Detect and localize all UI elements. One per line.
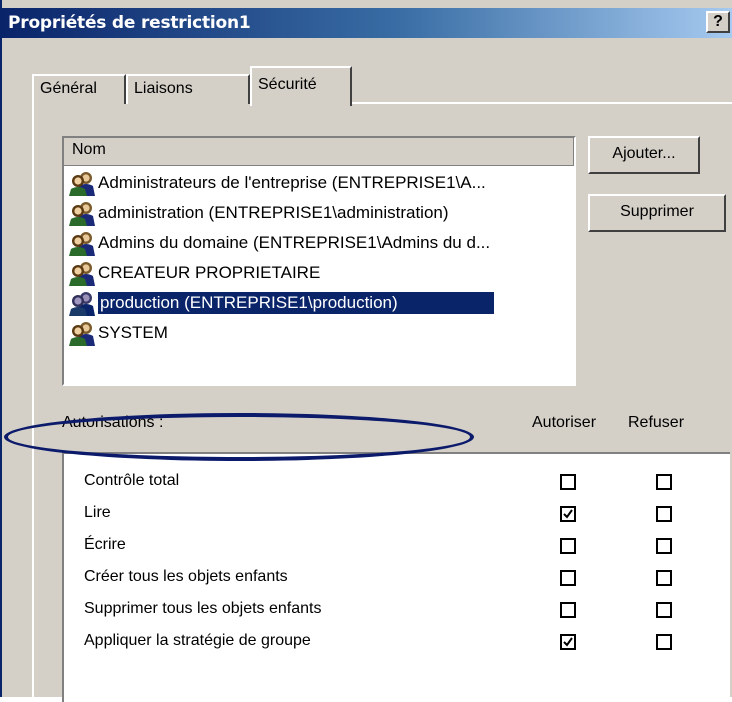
permission-row: Créer tous les objets enfants — [64, 564, 724, 598]
permission-name: Appliquer la stratégie de groupe — [84, 632, 311, 649]
principal-label: production (ENTREPRISE1\production) — [98, 292, 494, 314]
checkmark-icon — [563, 637, 573, 647]
allow-checkbox-checked[interactable] — [560, 506, 576, 522]
list-item[interactable]: administration (ENTREPRISE1\administrati… — [64, 198, 574, 228]
permission-name: Lire — [84, 504, 111, 521]
permission-name: Contrôle total — [84, 472, 180, 489]
list-item[interactable]: CREATEUR PROPRIETAIRE — [64, 258, 574, 288]
principals-list[interactable]: Nom Administrateurs de l'entreprise (ENT… — [62, 136, 576, 386]
permission-row: Contrôle total — [64, 468, 724, 502]
tab-securite[interactable]: Sécurité — [250, 66, 352, 106]
allow-checkbox-checked[interactable] — [560, 634, 576, 650]
add-button[interactable]: Ajouter... — [588, 136, 700, 174]
tab-general[interactable]: Général — [32, 74, 126, 104]
list-item-selected[interactable]: production (ENTREPRISE1\production) — [64, 288, 574, 318]
annotation-ellipse — [4, 413, 474, 461]
users-group-icon — [69, 322, 95, 346]
users-group-icon — [69, 172, 95, 196]
list-item[interactable]: Admins du domaine (ENTREPRISE1\Admins du… — [64, 228, 574, 258]
properties-dialog: Propriétés de restriction1 ? Général Lia… — [0, 0, 732, 702]
deny-column-header: Refuser — [628, 414, 685, 431]
permission-row: Supprimer tous les objets enfants — [64, 596, 724, 630]
deny-checkbox[interactable] — [656, 506, 672, 522]
window-title: Propriétés de restriction1 — [8, 13, 251, 33]
principal-label: Admins du domaine (ENTREPRISE1\Admins du… — [98, 233, 491, 252]
tab-liaisons[interactable]: Liaisons — [126, 74, 250, 104]
allow-checkbox[interactable] — [560, 474, 576, 490]
principal-label: administration (ENTREPRISE1\administrati… — [98, 203, 449, 222]
permissions-list: Contrôle total Lire Écrire Créer tous le… — [62, 452, 730, 702]
permission-row: Appliquer la stratégie de groupe — [64, 628, 724, 662]
permission-name: Créer tous les objets enfants — [84, 568, 288, 585]
principal-label: Administrateurs de l'entreprise (ENTREPR… — [98, 173, 486, 192]
deny-checkbox[interactable] — [656, 538, 672, 554]
help-button[interactable]: ? — [706, 11, 730, 33]
title-bar[interactable]: Propriétés de restriction1 ? — [2, 8, 732, 38]
permission-row: Écrire — [64, 532, 724, 566]
checkmark-icon — [563, 509, 573, 519]
users-group-icon — [69, 262, 95, 286]
allow-checkbox[interactable] — [560, 538, 576, 554]
users-group-icon — [69, 232, 95, 256]
deny-checkbox[interactable] — [656, 570, 672, 586]
principal-label: SYSTEM — [98, 323, 168, 342]
list-item[interactable]: Administrateurs de l'entreprise (ENTREPR… — [64, 168, 574, 198]
permission-name: Supprimer tous les objets enfants — [84, 600, 322, 617]
permission-row: Lire — [64, 500, 724, 534]
list-item[interactable]: SYSTEM — [64, 318, 574, 348]
permission-name: Écrire — [84, 536, 126, 553]
principal-label: CREATEUR PROPRIETAIRE — [98, 263, 321, 282]
deny-checkbox[interactable] — [656, 474, 672, 490]
remove-button[interactable]: Supprimer — [588, 194, 726, 232]
users-group-icon — [69, 292, 95, 316]
deny-checkbox[interactable] — [656, 634, 672, 650]
allow-checkbox[interactable] — [560, 602, 576, 618]
allow-checkbox[interactable] — [560, 570, 576, 586]
deny-checkbox[interactable] — [656, 602, 672, 618]
users-group-icon — [69, 202, 95, 226]
allow-column-header: Autoriser — [532, 414, 597, 431]
name-column-header[interactable]: Nom — [64, 138, 574, 166]
